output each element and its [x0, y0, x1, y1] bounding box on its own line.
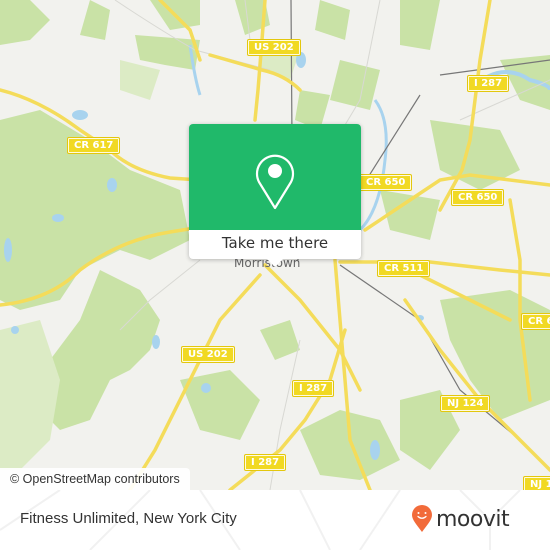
road-shield-cr650-east: CR 650	[452, 190, 504, 205]
road-shield-cr650-west: CR 650	[360, 175, 412, 190]
road-shield-us202-north: US 202	[248, 40, 300, 55]
place-name: Fitness Unlimited, New York City	[20, 510, 237, 527]
moovit-logo[interactable]: moovit	[411, 504, 510, 534]
map-attribution[interactable]: © OpenStreetMap contributors	[0, 468, 190, 490]
take-me-there-button[interactable]: Take me there	[189, 230, 361, 259]
road-shield-nj1-edge: NJ 1	[524, 477, 550, 490]
popup-header	[189, 124, 361, 230]
road-shield-i287-south: I 287	[245, 455, 286, 470]
road-shield-cr6-east: CR 6	[522, 314, 550, 329]
footer-bar: Fitness Unlimited, New York City moovit	[0, 490, 550, 550]
road-shield-nj124: NJ 124	[441, 396, 490, 411]
brand-name: moovit	[436, 506, 510, 532]
road-shield-cr511: CR 511	[378, 261, 430, 276]
map-pin-icon	[255, 154, 295, 210]
moovit-pin-logo-icon	[412, 505, 432, 532]
location-popup: Take me there	[189, 124, 361, 267]
road-shield-us202-south: US 202	[182, 347, 234, 362]
road-shield-i287-north: I 287	[468, 76, 509, 91]
map-view[interactable]: US 202 CR 617 I 287 CR 650 CR 650 CR 511…	[0, 0, 550, 490]
popup-pointer	[267, 259, 283, 267]
road-shield-i287-mid: I 287	[293, 381, 334, 396]
road-shield-cr617: CR 617	[68, 138, 120, 153]
